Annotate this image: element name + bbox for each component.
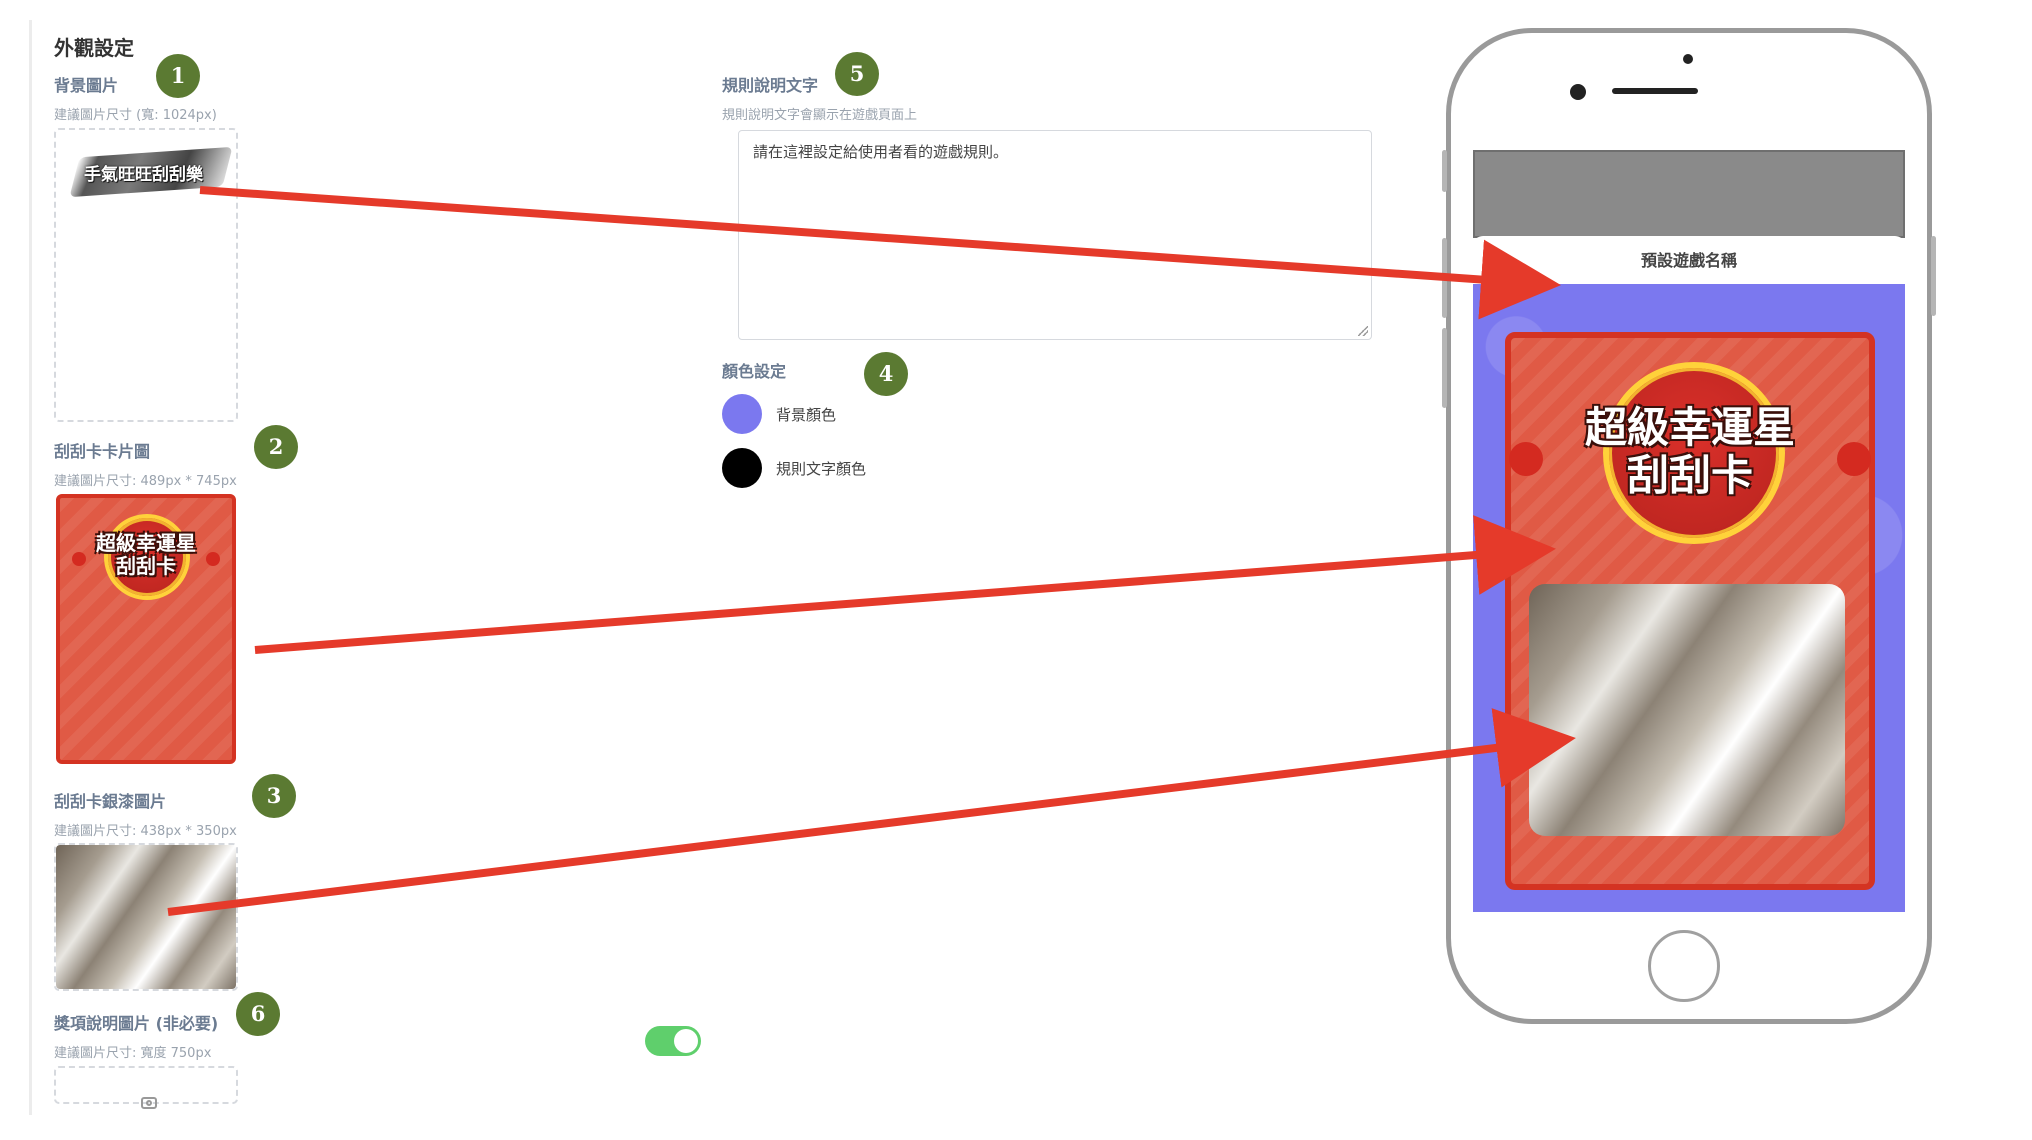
phone-power-button — [1931, 236, 1936, 316]
phone-home-button — [1648, 930, 1720, 1002]
silver-preview — [56, 845, 236, 989]
rules-textarea[interactable]: 請在這裡設定給使用者看的遊戲規則。 — [738, 130, 1372, 340]
arrow-card — [254, 515, 1556, 654]
rules-text-color-label: 規則文字顏色 — [776, 460, 867, 478]
background-preview-text: 手氣旺旺刮刮樂 — [84, 165, 203, 185]
badge-6: 6 — [236, 992, 280, 1036]
color-settings-label: 顏色設定 — [722, 362, 787, 381]
silver-image-hint: 建議圖片尺寸: 438px * 350px — [54, 824, 237, 839]
preview-card-title: 超級幸運星 刮刮卡 — [1511, 403, 1869, 501]
background-image-upload[interactable]: 手氣旺旺刮刮樂 — [54, 128, 238, 422]
card-title-line2: 刮刮卡 — [116, 554, 176, 578]
silver-image-upload[interactable] — [54, 843, 238, 991]
phone-sensor — [1683, 54, 1693, 64]
prize-image-hint: 建議圖片尺寸: 寬度 750px — [54, 1046, 212, 1061]
background-color-label: 背景顏色 — [776, 406, 837, 424]
preview-game-name: 預設遊戲名稱 — [1473, 236, 1905, 286]
phone-camera — [1570, 84, 1586, 100]
preview-card-title-line2: 刮刮卡 — [1626, 451, 1753, 501]
preview-screen: 超級幸運星 刮刮卡 — [1473, 284, 1905, 912]
badge-3: 3 — [252, 774, 296, 818]
background-image-hint: 建議圖片尺寸 (寬: 1024px) — [54, 108, 217, 123]
badge-2: 2 — [254, 425, 298, 469]
preview-card-title-line1: 超級幸運星 — [1584, 403, 1795, 452]
prize-image-toggle[interactable] — [645, 1026, 701, 1056]
phone-volume-down — [1442, 328, 1447, 408]
badge-5: 5 — [835, 52, 879, 96]
camera-icon — [141, 1097, 157, 1109]
phone-side-button — [1442, 150, 1447, 192]
badge-1: 1 — [156, 54, 200, 98]
preview-card: 超級幸運星 刮刮卡 — [1505, 332, 1875, 890]
resize-handle[interactable] — [1358, 326, 1368, 336]
rules-text-color-swatch[interactable] — [722, 448, 762, 488]
phone-volume-up — [1442, 238, 1447, 318]
prize-image-label: 獎項說明圖片 (非必要) — [54, 1014, 219, 1033]
arrow-silver — [167, 708, 1576, 916]
background-image-label: 背景圖片 — [54, 76, 119, 95]
badge-4: 4 — [864, 352, 908, 396]
background-color-swatch[interactable] — [722, 394, 762, 434]
rules-label: 規則說明文字 — [722, 76, 819, 95]
section-title: 外觀設定 — [54, 36, 134, 60]
card-title-line1: 超級幸運星 — [96, 531, 196, 555]
card-image-hint: 建議圖片尺寸: 489px * 745px — [54, 474, 237, 489]
card-image-upload[interactable]: 超級幸運星 刮刮卡 — [56, 494, 236, 764]
preview-scratch-area[interactable] — [1529, 584, 1845, 836]
preview-status-area — [1473, 150, 1905, 238]
toggle-knob — [674, 1029, 698, 1053]
card-image-label: 刮刮卡卡片圖 — [54, 442, 151, 461]
phone-speaker — [1612, 88, 1698, 94]
left-border — [29, 20, 32, 1115]
silver-image-label: 刮刮卡銀漆圖片 — [54, 792, 167, 811]
rules-text: 請在這裡設定給使用者看的遊戲規則。 — [753, 143, 1009, 161]
card-title: 超級幸運星 刮刮卡 — [60, 532, 232, 578]
rules-hint: 規則說明文字會顯示在遊戲頁面上 — [722, 108, 918, 123]
